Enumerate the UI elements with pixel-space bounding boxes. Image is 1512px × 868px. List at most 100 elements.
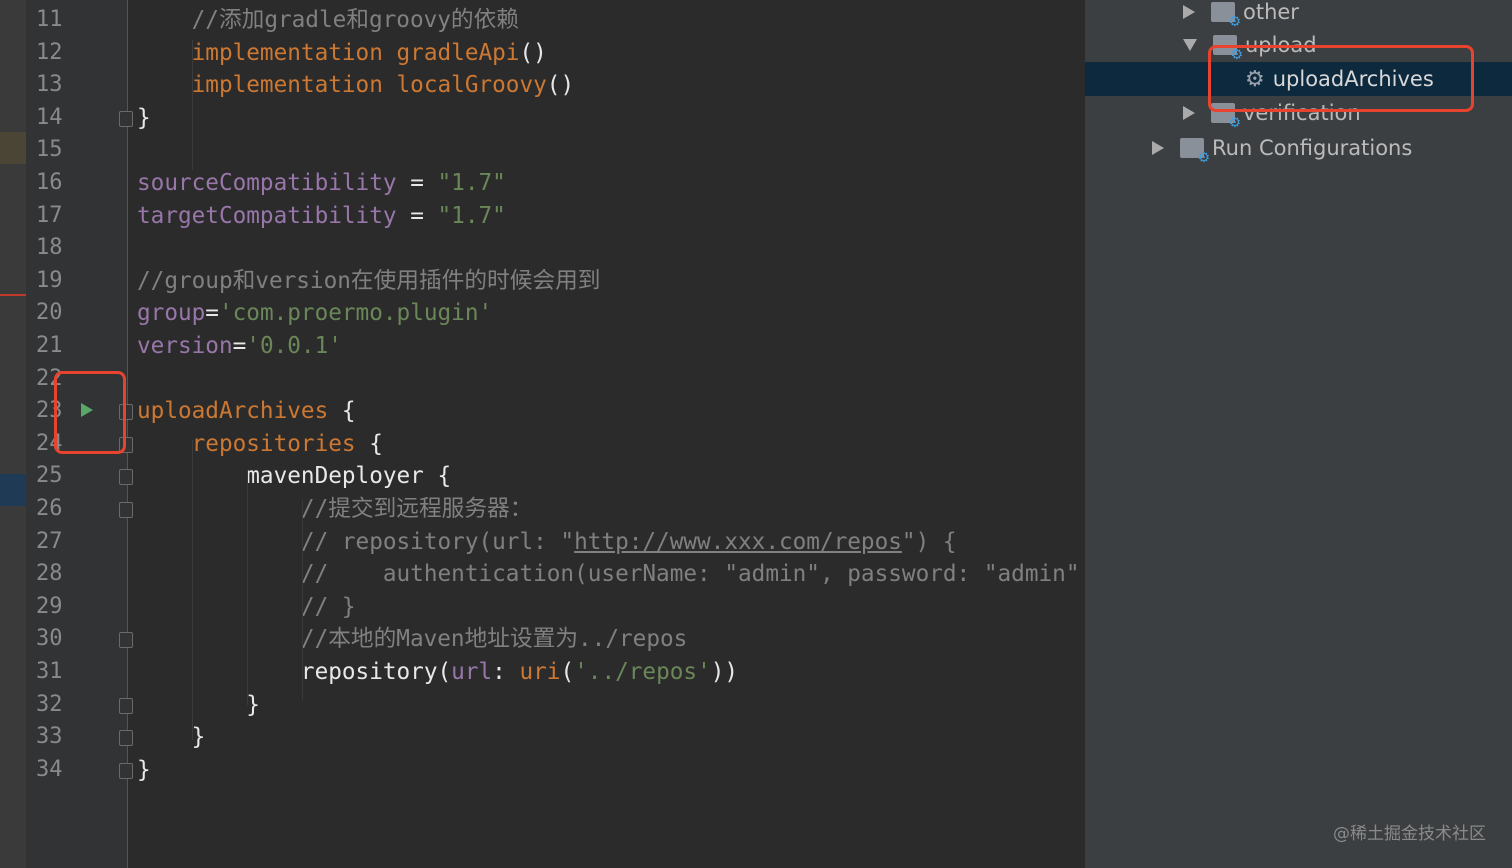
fold-marker-icon[interactable] — [119, 110, 133, 127]
code-token: = — [205, 300, 219, 327]
code-token: repository( — [137, 659, 452, 685]
tree-item-run-configurations[interactable]: Run Configurations — [1152, 131, 1412, 166]
line-number: 31 — [36, 659, 63, 684]
code-token: } — [137, 104, 151, 131]
code-token: url — [451, 659, 493, 685]
code-token: targetCompatibility — [137, 202, 397, 229]
code-token: { — [328, 398, 356, 425]
code-line: } — [137, 102, 151, 135]
indent-guide — [192, 440, 193, 740]
line-number: 25 — [36, 463, 63, 489]
indent-guide — [247, 470, 248, 705]
fold-marker-icon[interactable] — [119, 697, 133, 714]
code-line: uploadArchives { — [137, 395, 356, 428]
code-token: http://www.xxx.com/repos — [574, 528, 902, 555]
line-number: 15 — [36, 137, 63, 163]
code-token: "1.7" — [437, 202, 506, 229]
code-token: )) — [710, 659, 739, 685]
highlight-upload-archives — [1208, 45, 1474, 112]
code-line: implementation gradleApi() — [137, 37, 547, 70]
code-token: //本地的Maven地址设置为../repos — [137, 626, 688, 653]
fold-marker-icon[interactable] — [119, 469, 133, 486]
code-token: = — [232, 333, 247, 359]
code-token: //提交到远程服务器： — [137, 496, 533, 522]
code-token: 'com.proermo.plugin' — [218, 300, 493, 327]
code-token: = — [396, 202, 438, 229]
line-number: 13 — [36, 72, 63, 98]
tree-item-other[interactable]: other — [1183, 0, 1299, 30]
code-token: //添加gradle和groovy的依赖 — [137, 7, 519, 33]
code-token: version — [137, 333, 233, 359]
code-token: uri — [519, 659, 561, 685]
line-number: 34 — [36, 756, 63, 782]
fold-marker-icon[interactable] — [119, 762, 133, 779]
line-number: 19 — [36, 267, 63, 293]
code-token: "1.7" — [437, 170, 506, 196]
code-line: // authentication(userName: "admin", pas… — [137, 558, 1080, 591]
code-token: mavenDeployer { — [137, 463, 452, 490]
line-number: 21 — [36, 333, 63, 358]
code-token: uploadArchives — [137, 398, 329, 425]
left-tool-strip — [0, 0, 26, 868]
fold-marker-icon[interactable] — [119, 730, 133, 747]
line-number: 30 — [36, 626, 63, 652]
line-number: 29 — [36, 593, 63, 619]
task-folder-icon — [1211, 2, 1241, 30]
code-token: ( — [560, 659, 575, 685]
code-token: { — [355, 430, 383, 457]
code-line: } — [137, 721, 206, 754]
line-number: 17 — [36, 202, 63, 228]
fold-marker-icon[interactable] — [119, 502, 133, 518]
code-token: = — [396, 170, 438, 196]
collapse-arrow-icon[interactable] — [1183, 39, 1197, 51]
expand-arrow-icon[interactable] — [1152, 141, 1164, 155]
code-line: //提交到远程服务器： — [137, 493, 533, 526]
code-line: } — [137, 689, 260, 722]
code-token: '0.0.1' — [246, 333, 342, 359]
indent-guide — [302, 500, 303, 700]
code-token: // authentication(userName: "admin", pas… — [137, 561, 1080, 588]
code-token: implementation localGroovy — [137, 72, 547, 99]
code-line: repositories { — [137, 428, 383, 461]
line-number: 16 — [36, 170, 63, 195]
code-token: '../repos' — [574, 659, 711, 685]
code-line: mavenDeployer { — [137, 460, 451, 493]
run-config-folder-icon — [1180, 138, 1210, 166]
fold-marker-icon[interactable] — [119, 632, 133, 649]
code-token: } — [137, 724, 206, 751]
code-line: //本地的Maven地址设置为../repos — [137, 623, 687, 656]
line-number: 11 — [36, 7, 63, 32]
line-number: 32 — [36, 691, 63, 717]
gradle-tool-window: other upload ⚙uploadArchives verificatio… — [1085, 0, 1512, 868]
expand-arrow-icon[interactable] — [1183, 5, 1195, 19]
watermark: @稀土掘金技术社区 — [1333, 824, 1486, 844]
line-number: 26 — [36, 496, 63, 521]
line-number: 33 — [36, 724, 63, 750]
line-number: 27 — [36, 528, 63, 554]
expand-arrow-icon[interactable] — [1183, 106, 1195, 120]
code-line: version='0.0.1' — [137, 330, 342, 363]
code-token: sourceCompatibility — [137, 170, 397, 196]
code-token: repositories — [137, 430, 356, 457]
code-line: group='com.proermo.plugin' — [137, 297, 492, 330]
code-line: repository(url: uri('../repos')) — [137, 656, 738, 689]
code-token: group — [137, 300, 206, 327]
line-number: 18 — [36, 235, 63, 261]
line-number: 12 — [36, 39, 63, 65]
line-number: 14 — [36, 104, 63, 130]
code-token: () — [546, 72, 575, 99]
code-token: } — [137, 691, 260, 718]
code-token: ") { — [901, 528, 957, 555]
code-token: } — [137, 756, 151, 783]
line-number: 20 — [36, 300, 63, 326]
code-line: // repository(url: "http://www.xxx.com/r… — [137, 526, 957, 559]
indent-guide — [192, 40, 193, 170]
code-line: targetCompatibility = "1.7" — [137, 200, 506, 233]
code-line: } — [137, 754, 151, 787]
code-token: implementation gradleApi — [137, 39, 520, 66]
code-token: //group和version在使用插件的时候会用到 — [137, 267, 601, 294]
code-line: sourceCompatibility = "1.7" — [137, 167, 506, 200]
code-line: implementation localGroovy() — [137, 69, 574, 102]
code-line: //group和version在使用插件的时候会用到 — [137, 265, 600, 298]
code-token: : — [492, 659, 520, 685]
